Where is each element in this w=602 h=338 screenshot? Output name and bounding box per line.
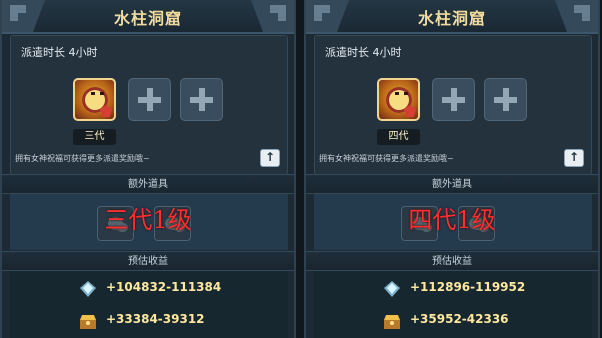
hero-generation-label: 四代: [377, 129, 420, 145]
experience-crystal-icon: [384, 281, 400, 297]
expedition-panel-right: 水柱洞窟 派遣时长 4小时 四代 拥有女神祝福可获得更多派遣奖励哦~ ↑ 额外道…: [304, 0, 600, 338]
gold-reward-row: +35952-42336: [382, 311, 532, 331]
empty-slot-plus-icon[interactable]: [432, 78, 475, 121]
up-arrow-icon[interactable]: ↑: [260, 149, 280, 167]
hero-slot[interactable]: [377, 78, 420, 121]
hero-generation-label: 三代: [73, 129, 116, 145]
hero-slot[interactable]: [73, 78, 116, 121]
goddess-blessing-note: 拥有女神祝福可获得更多派遣奖励哦~: [319, 154, 454, 163]
hero-eye-right: [404, 92, 408, 95]
estimated-income-header: 预估收益: [2, 251, 294, 271]
generation-level-overlay: 三代1级: [104, 206, 192, 234]
experience-reward-row: +104832-111384: [78, 279, 228, 299]
expedition-comparison-screen: 水柱洞窟 派遣时长 4小时 三代 拥有女神祝福可获得更多派遣奖励哦~ ↑ 额外道…: [0, 0, 602, 338]
dispatch-duration: 派遣时长 4小时: [325, 46, 402, 59]
goddess-blessing-note: 拥有女神祝福可获得更多派遣奖励哦~: [15, 154, 150, 163]
hero-eye-left: [91, 92, 95, 95]
extra-items-header: 额外道具: [306, 174, 598, 194]
experience-crystal-icon: [80, 281, 96, 297]
hero-eye-right: [100, 92, 104, 95]
title-bar: 水柱洞窟: [306, 0, 598, 34]
right-ornament-icon: [251, 0, 294, 32]
experience-reward-row: +112896-119952: [382, 279, 532, 299]
generation-level-overlay: 四代1级: [408, 206, 496, 234]
extra-items-header: 额外道具: [2, 174, 294, 194]
empty-slot-plus-icon[interactable]: [128, 78, 171, 121]
gold-reward-row: +33384-39312: [78, 311, 228, 331]
title-bar: 水柱洞窟: [2, 0, 294, 34]
expedition-panel-left: 水柱洞窟 派遣时长 4小时 三代 拥有女神祝福可获得更多派遣奖励哦~ ↑ 额外道…: [0, 0, 296, 338]
up-arrow-icon[interactable]: ↑: [564, 149, 584, 167]
empty-slot-plus-icon[interactable]: [180, 78, 223, 121]
experience-reward-value: +104832-111384: [106, 280, 222, 294]
right-ornament-icon: [555, 0, 598, 32]
dispatch-duration: 派遣时长 4小时: [21, 46, 98, 59]
gold-reward-value: +33384-39312: [106, 312, 205, 326]
treasure-icon: [384, 315, 400, 329]
treasure-icon: [80, 315, 96, 329]
gold-reward-value: +35952-42336: [410, 312, 509, 326]
experience-reward-value: +112896-119952: [410, 280, 526, 294]
empty-slot-plus-icon[interactable]: [484, 78, 527, 121]
hero-eye-left: [395, 92, 399, 95]
estimated-income-header: 预估收益: [306, 251, 598, 271]
